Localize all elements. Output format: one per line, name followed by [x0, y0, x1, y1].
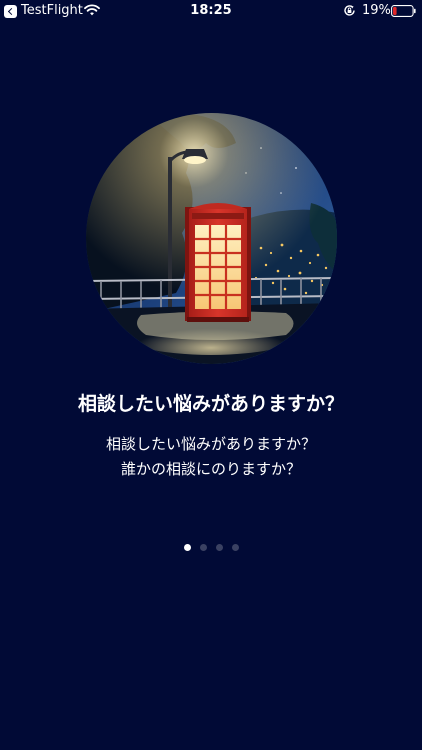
page-indicator[interactable] [0, 544, 422, 552]
onboarding-title: 相談したい悩みがありますか？ [77, 393, 344, 415]
page-dot-4[interactable] [231, 544, 239, 551]
page-dot-3[interactable] [215, 544, 223, 551]
status-time: 18:25 [190, 3, 232, 18]
onboarding-description: 相談したい悩みがありますか？ 誰かの相談にのりますか？ [0, 432, 422, 482]
description-line: 相談したい悩みがありますか？ [105, 435, 316, 453]
onboarding-screen: TestFlight 18:25 19% 相談したい悩みがありますか？ 相談した… [0, 0, 422, 750]
description-line: 誰かの相談にのりますか？ [120, 460, 301, 478]
page-dot-2[interactable] [199, 544, 207, 551]
status-bar: TestFlight 18:25 19% [0, 0, 422, 22]
page-dot-1[interactable] [183, 544, 191, 551]
battery-percentage: 19% [362, 3, 391, 18]
battery-icon [391, 5, 416, 17]
rotation-lock-icon [344, 5, 355, 16]
phone-booth-illustration [86, 113, 337, 364]
